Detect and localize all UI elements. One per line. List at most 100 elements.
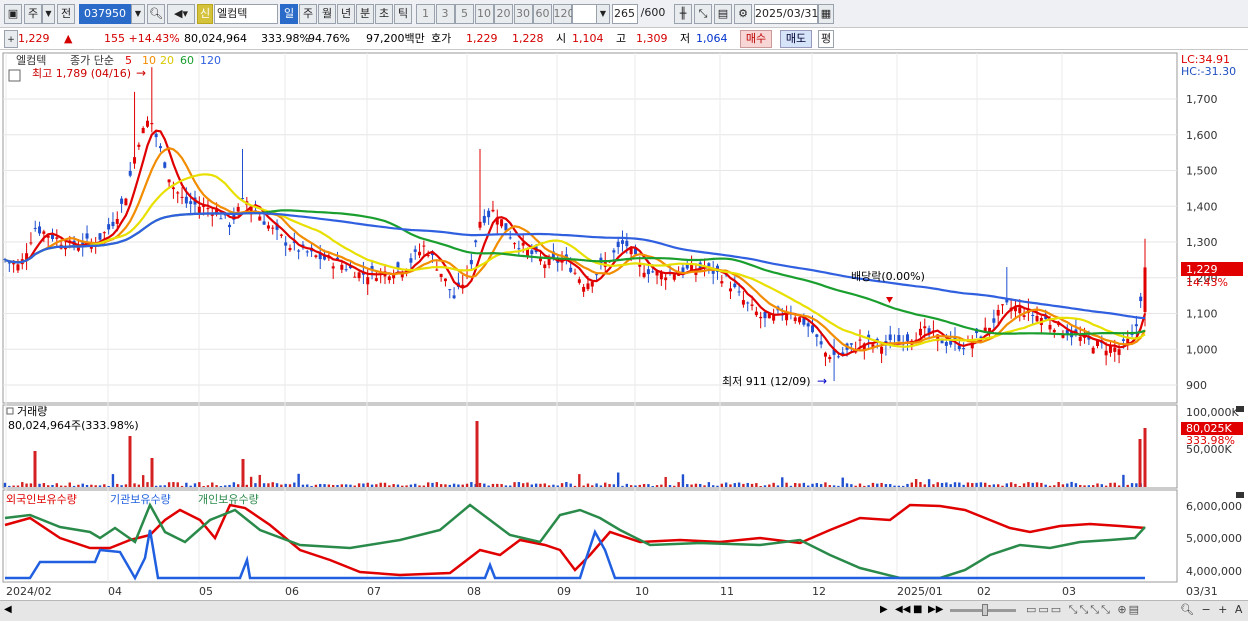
period-button[interactable]: 틱 [394, 4, 412, 24]
volume-bar [953, 482, 957, 487]
volume-bar [219, 485, 223, 487]
volume-bar [362, 483, 365, 487]
low-price: 1,064 [696, 32, 728, 45]
prev-button[interactable]: 전 [57, 4, 75, 24]
period-button[interactable]: 초 [375, 4, 393, 24]
table-icon[interactable] [8, 69, 21, 82]
interval-button[interactable]: 1 [416, 4, 435, 24]
chevron-down-icon[interactable]: ▼ [42, 4, 55, 24]
candle-body [590, 281, 594, 287]
scroll-right-icon[interactable]: ▶ [880, 604, 888, 615]
interval-button[interactable]: 10 [474, 4, 494, 24]
volume-bar [850, 484, 853, 487]
mode-selector[interactable]: 주 [24, 4, 42, 24]
sell-button[interactable]: 매도 [780, 30, 812, 48]
volume-bar [1130, 483, 1134, 487]
candle-body [154, 133, 158, 138]
candle-body [616, 241, 620, 248]
volume-bar [366, 482, 369, 487]
volume-bar [1079, 484, 1082, 487]
volume-bar [815, 483, 819, 487]
period-button[interactable]: 월 [318, 4, 336, 24]
eval-button[interactable]: 평 [818, 30, 834, 48]
candle-body [625, 240, 629, 247]
volume-bar [694, 483, 698, 487]
volume-panel[interactable] [2, 404, 1178, 489]
gear-icon[interactable]: ⚙ [734, 4, 752, 24]
candle-body [297, 250, 301, 252]
volume-bar [651, 485, 654, 487]
candle-body [33, 227, 37, 229]
scroll-left-icon[interactable]: ◀ [4, 604, 12, 615]
code-dropdown-icon[interactable]: ▼ [131, 4, 145, 24]
date-input[interactable]: 2025/03/31 [754, 4, 818, 24]
volume-bar [781, 477, 784, 487]
data-count[interactable]: 265 [612, 4, 638, 24]
buy-button[interactable]: 매수 [740, 30, 772, 48]
fast-forward-icon[interactable]: ▶▶ [928, 604, 943, 615]
arrow-right-icon: → [817, 374, 827, 388]
search-icon[interactable]: 🔍︎ [147, 4, 165, 24]
close-icon[interactable] [1236, 406, 1244, 412]
volume-bar [465, 483, 469, 487]
chart-area[interactable]: 엘컴텍 종가 단순 5 10 20 60 120 최고 1,789 (04/16… [0, 50, 1248, 600]
interval-button[interactable]: 120 [552, 4, 575, 24]
volume-bar [638, 484, 641, 487]
candle-body [823, 352, 827, 357]
interval-button[interactable]: 5 [455, 4, 474, 24]
calendar-icon[interactable]: ▦ [818, 4, 834, 24]
interval-button[interactable]: 20 [494, 4, 513, 24]
volume-bar [616, 472, 620, 487]
candle-body [672, 274, 676, 280]
stock-code-input[interactable]: 037950 [79, 4, 131, 24]
candle-body [530, 250, 534, 254]
volume-bar [418, 485, 421, 487]
volume-bar [845, 483, 849, 487]
volume-bar [59, 485, 63, 487]
volume-bar [686, 484, 689, 487]
volume-bar [759, 485, 762, 487]
holding-panel[interactable] [2, 489, 1178, 583]
candle-body [197, 206, 201, 213]
drawing-tools-icons[interactable]: ▭▭▭ ⤡⤡⤡⤡ ⊕▤ [1026, 603, 1141, 617]
stop-icon[interactable]: ■ [913, 604, 922, 615]
candle-body [944, 342, 948, 346]
chevron-down-icon[interactable]: ▼ [596, 4, 610, 24]
stock-name-field[interactable]: 엘컴텍 [214, 4, 278, 24]
period-button[interactable]: 일 [280, 4, 298, 24]
volume-bar [586, 483, 590, 487]
period-button[interactable]: 분 [356, 4, 374, 24]
rewind-icon[interactable]: ◀◀ [895, 604, 910, 615]
zoom-slider-handle[interactable] [982, 604, 988, 616]
x-axis-label: 11 [720, 585, 734, 598]
stock-chart[interactable]: 엘컴텍 종가 단순 5 10 20 60 120 최고 1,789 (04/16… [0, 50, 1248, 600]
close-icon[interactable] [1236, 492, 1244, 498]
price-axis-tick: 1,600 [1186, 129, 1218, 142]
price-panel[interactable] [2, 52, 1178, 404]
volume-bar [1066, 483, 1069, 487]
chart-tool-icon[interactable]: ⤡ [694, 4, 712, 24]
period-button[interactable]: 년 [337, 4, 355, 24]
volume-bar [431, 482, 434, 487]
interval-button[interactable]: 60 [533, 4, 552, 24]
candle-body [811, 325, 814, 333]
candle-icon[interactable]: ╫ [674, 4, 692, 24]
window-icon[interactable]: ▣ [4, 4, 22, 24]
period-button[interactable]: 주 [299, 4, 317, 24]
quote-bar: + 1,229 ▲ 155 +14.43% 80,024,964 333.98%… [0, 28, 1248, 50]
candle-body [176, 192, 180, 194]
expand-icon[interactable]: + [4, 30, 18, 48]
candle-body [478, 221, 482, 228]
speaker-icon[interactable]: ◀▾ [167, 4, 195, 24]
interval-button[interactable]: 30 [513, 4, 533, 24]
candle-body [1134, 324, 1138, 327]
interval-button[interactable]: 3 [435, 4, 455, 24]
volume-bar [241, 459, 245, 487]
scroll-bar[interactable]: ◀ ▶ ◀◀ ■ ▶▶ ▭▭▭ ⤡⤡⤡⤡ ⊕▤ 🔍︎ − + A [0, 600, 1248, 621]
save-icon[interactable]: ▤ [714, 4, 732, 24]
candle-body [806, 323, 810, 327]
volume-bar [107, 485, 110, 487]
candle-body [504, 223, 508, 231]
volume-bar [871, 482, 875, 487]
zoom-tools-icons[interactable]: 🔍︎ − + A [1180, 603, 1244, 616]
